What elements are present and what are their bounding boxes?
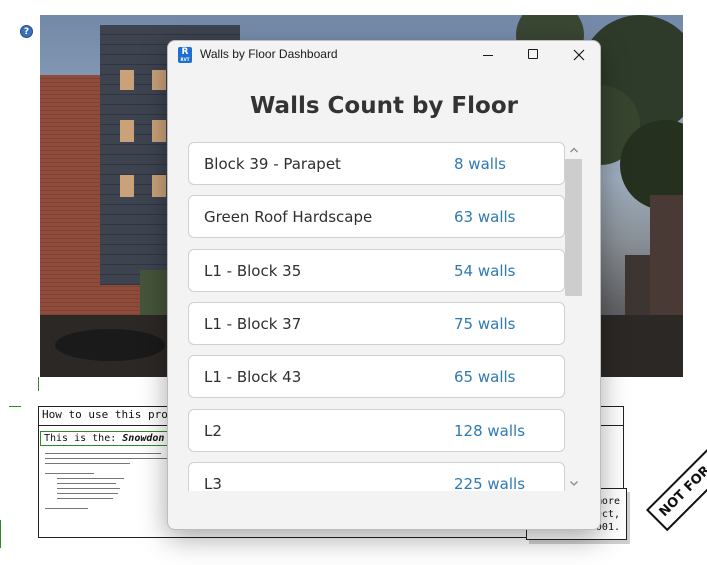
not-for-construction-stamp: NOT FOR CO xyxy=(646,446,707,532)
wall-count: 225 walls xyxy=(454,475,526,491)
guide-line xyxy=(0,520,1,548)
title-bar[interactable]: R RVT Walls by Floor Dashboard xyxy=(168,41,600,69)
window-title: Walls by Floor Dashboard xyxy=(200,47,338,61)
chevron-up-icon[interactable] xyxy=(569,145,579,155)
floor-name: L1 - Block 43 xyxy=(204,368,302,386)
maximize-button[interactable] xyxy=(510,41,556,69)
floor-card[interactable]: L1 - Block 37 75 walls xyxy=(188,302,565,345)
minimize-button[interactable] xyxy=(464,41,510,69)
floor-name: L1 - Block 35 xyxy=(204,262,302,280)
app-icon-sub: RVT xyxy=(180,57,190,62)
floor-name: Block 39 - Parapet xyxy=(204,155,341,173)
floor-name: L2 xyxy=(204,422,222,440)
wall-count: 75 walls xyxy=(454,315,516,333)
chevron-down-icon[interactable] xyxy=(569,478,579,488)
walls-dashboard-window: R RVT Walls by Floor Dashboard Walls Cou… xyxy=(167,40,601,530)
minimize-icon xyxy=(483,55,493,56)
wall-count: 8 walls xyxy=(454,155,506,173)
floor-card[interactable]: Green Roof Hardscape 63 walls xyxy=(188,195,565,238)
floor-card[interactable]: Block 39 - Parapet 8 walls xyxy=(188,142,565,185)
close-button[interactable] xyxy=(556,41,600,69)
fine-print xyxy=(45,453,167,513)
floor-card[interactable]: L2 128 walls xyxy=(188,409,565,452)
floor-name: L1 - Block 37 xyxy=(204,315,302,333)
floor-name: L3 xyxy=(204,475,222,491)
floor-card[interactable]: L3 225 walls xyxy=(188,462,565,491)
maximize-icon xyxy=(528,49,538,59)
revit-app-icon: R RVT xyxy=(178,47,192,63)
scrollbar-thumb[interactable] xyxy=(565,159,582,296)
instructions-lead-text: This is the: xyxy=(44,433,123,444)
app-icon-letter: R xyxy=(181,47,189,57)
floor-name: Green Roof Hardscape xyxy=(204,208,373,226)
dashboard-heading: Walls Count by Floor xyxy=(250,93,518,119)
floor-card[interactable]: L1 - Block 43 65 walls xyxy=(188,355,565,398)
wall-count: 54 walls xyxy=(454,262,516,280)
floor-card[interactable]: L1 - Block 35 54 walls xyxy=(188,249,565,292)
help-icon[interactable]: ? xyxy=(20,25,33,38)
wall-count: 63 walls xyxy=(454,208,516,226)
wall-count: 65 walls xyxy=(454,368,516,386)
close-icon xyxy=(573,49,585,61)
floor-list[interactable]: Block 39 - Parapet 8 walls Green Roof Ha… xyxy=(188,142,566,491)
wall-count: 128 walls xyxy=(454,422,526,440)
guide-line xyxy=(38,377,39,391)
guide-line xyxy=(9,406,21,407)
